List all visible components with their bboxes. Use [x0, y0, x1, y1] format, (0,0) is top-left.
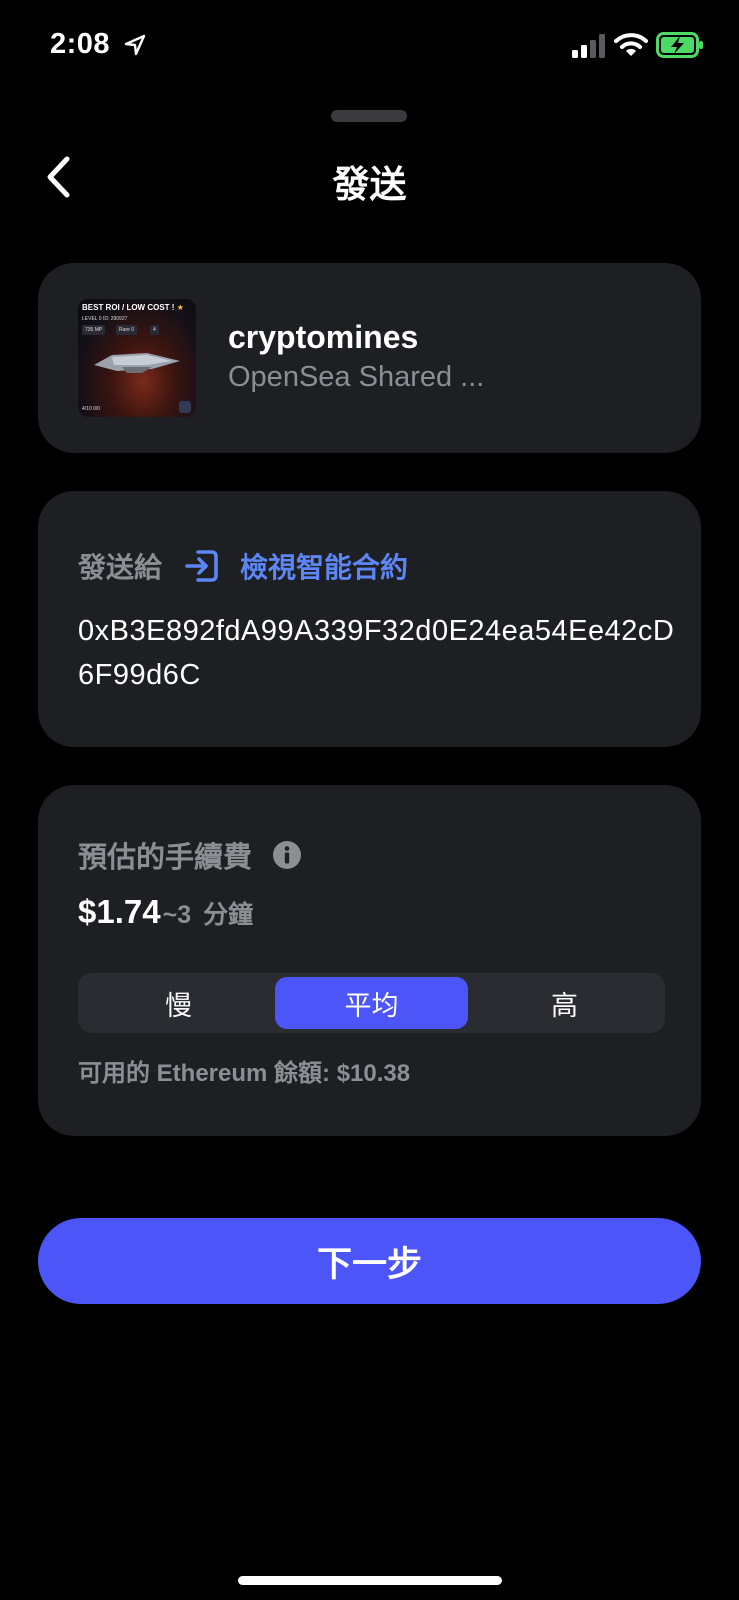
- fee-card: 預估的手續費 $1.74 ~3 分鐘 慢 平均 高 可用的 Ethereum 餘…: [38, 785, 701, 1136]
- fee-value: $1.74 ~3 分鐘: [78, 893, 253, 931]
- recipient-address: 0xB3E892fdA99A339F32d0E24ea54Ee42cD6F99d…: [78, 615, 675, 691]
- cellular-signal-icon: [572, 34, 605, 58]
- nft-thumb-chip: 4: [150, 325, 159, 335]
- sign-in-icon: [185, 550, 218, 582]
- speed-selector: 慢 平均 高: [78, 973, 665, 1033]
- speed-option-high[interactable]: 高: [468, 977, 661, 1029]
- fee-time-unit: 分鐘: [203, 901, 254, 929]
- status-time: 2:08: [50, 28, 111, 60]
- nft-thumb-chip: 735 MP: [82, 325, 106, 335]
- status-bar: 2:08: [0, 0, 739, 90]
- nft-thumb-chip: Rare 0: [116, 325, 138, 335]
- home-indicator[interactable]: [238, 1576, 502, 1585]
- nft-collection: OpenSea Shared ...: [228, 361, 485, 393]
- speed-option-average[interactable]: 平均: [275, 977, 468, 1029]
- view-contract-label: 檢視智能合約: [240, 552, 409, 583]
- fee-label: 預估的手續費: [78, 842, 253, 874]
- nft-name: cryptomines: [228, 319, 419, 355]
- next-button[interactable]: 下一步: [38, 1218, 701, 1304]
- sheet-grabber[interactable]: [331, 110, 407, 122]
- page-title: 發送: [332, 164, 407, 205]
- wifi-icon: [614, 33, 648, 56]
- speed-option-slow[interactable]: 慢: [82, 977, 275, 1029]
- nft-thumbnail: BEST ROI / LOW COST ! ★ LEVEL 0 ID: 2909…: [78, 299, 196, 417]
- nft-badge-icon: [179, 401, 191, 413]
- fee-amount: $1.74: [78, 893, 161, 930]
- fee-header: 預估的手續費: [78, 835, 302, 875]
- fee-time: ~3: [162, 901, 192, 929]
- recipient-header: 發送給 檢視智能合約: [78, 546, 408, 586]
- info-icon[interactable]: [272, 840, 302, 870]
- nft-thumb-footer: 4/10 0/0: [82, 406, 101, 412]
- recipient-card: 發送給 檢視智能合約 0xB3E892fdA99A339F32d0E24ea54…: [38, 491, 701, 747]
- view-contract-link[interactable]: 檢視智能合約: [184, 546, 408, 586]
- recipient-label: 發送給: [78, 552, 163, 583]
- location-arrow-icon: [124, 34, 146, 56]
- nft-thumb-title: BEST ROI / LOW COST !: [82, 303, 175, 312]
- battery-charging-icon: [656, 32, 703, 58]
- available-balance: 可用的 Ethereum 餘額: $10.38: [78, 1060, 411, 1087]
- nft-thumb-subtitle: LEVEL 0 ID: 290927: [82, 316, 128, 322]
- send-sheet: 發送 BEST ROI / LOW COST ! ★ LEVEL 0 ID: 2…: [0, 100, 739, 1600]
- nft-card: BEST ROI / LOW COST ! ★ LEVEL 0 ID: 2909…: [38, 263, 701, 453]
- star-icon: ★: [176, 303, 184, 312]
- spaceship-icon: [94, 353, 180, 373]
